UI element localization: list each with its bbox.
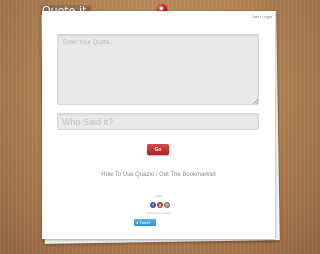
auth-separator: | <box>260 14 262 19</box>
help-links: How To Use Quazio / Get The Bookmarklet <box>42 172 275 178</box>
author-input[interactable] <box>57 113 259 130</box>
share-label: share <box>154 194 163 198</box>
resize-handle[interactable] <box>253 99 258 104</box>
email-icon[interactable]: @ <box>164 202 170 208</box>
credit-text: a project by quazio <box>145 211 172 215</box>
login-link[interactable]: Login <box>262 14 272 19</box>
tweet-button[interactable]: ●Tweet <box>134 219 156 226</box>
join-link[interactable]: Join <box>252 14 259 19</box>
go-button[interactable]: Go <box>147 144 169 155</box>
auth-links: Join | Login <box>252 14 272 19</box>
social-icons: f g @ <box>150 202 170 208</box>
help-separator: / <box>155 172 158 178</box>
bookmarklet-link[interactable]: Get The Bookmarklet <box>159 172 216 178</box>
quote-input[interactable] <box>57 34 259 105</box>
how-to-link[interactable]: How To Use Quazio <box>101 172 154 178</box>
tweet-label: Tweet <box>139 220 151 225</box>
quote-card: Join | Login Go How To Use Quazio / Get … <box>42 11 275 239</box>
facebook-icon[interactable]: f <box>150 202 156 208</box>
google-plus-icon[interactable]: g <box>157 202 163 208</box>
